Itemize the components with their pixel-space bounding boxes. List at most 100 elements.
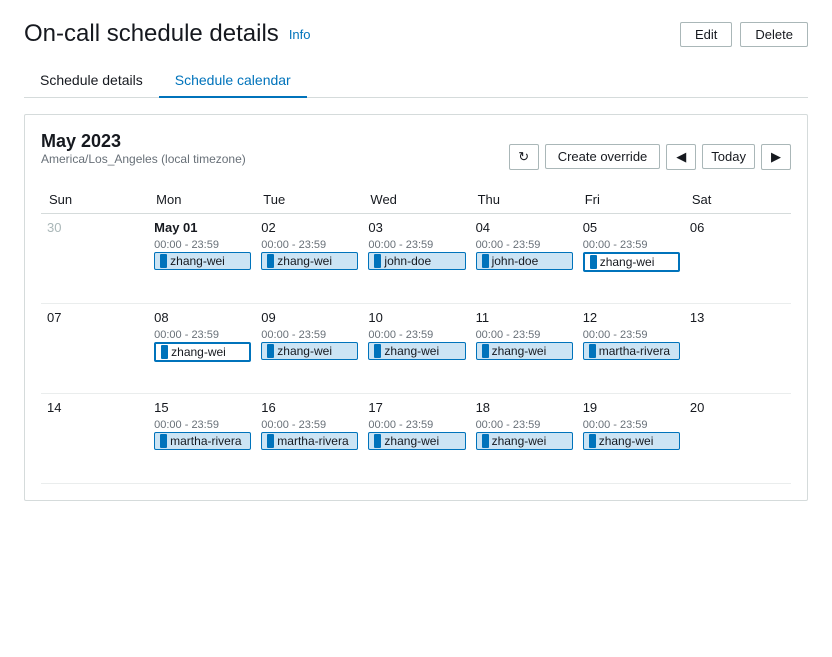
next-icon: ▶ bbox=[771, 149, 781, 165]
event-label: martha-rivera bbox=[277, 434, 348, 448]
event-wrapper: 00:00 - 23:59martha-rivera bbox=[261, 419, 358, 450]
create-override-button[interactable]: Create override bbox=[545, 144, 661, 169]
day-cell: 1900:00 - 23:59zhang-wei bbox=[577, 394, 684, 484]
event-wrapper: 00:00 - 23:59 john-doe bbox=[368, 239, 465, 270]
event-time: 00:00 - 23:59 bbox=[368, 239, 465, 251]
event-bar[interactable]: zhang-wei bbox=[368, 432, 465, 450]
day-number: 03 bbox=[368, 220, 465, 235]
refresh-button[interactable]: ↻ bbox=[509, 144, 539, 170]
event-wrapper: 00:00 - 23:59john-doe bbox=[476, 239, 573, 270]
header-wed: Wed bbox=[362, 186, 469, 214]
event-time: 00:00 - 23:59 bbox=[261, 239, 358, 251]
delete-button[interactable]: Delete bbox=[740, 22, 808, 47]
today-button[interactable]: Today bbox=[702, 144, 755, 169]
event-dot bbox=[482, 434, 489, 448]
day-number: 05 bbox=[583, 220, 680, 235]
day-number: 11 bbox=[476, 310, 573, 325]
event-dot bbox=[374, 344, 381, 358]
event-dot bbox=[374, 434, 381, 448]
event-label: zhang-wei bbox=[170, 254, 225, 268]
event-label: john-doe bbox=[384, 254, 431, 268]
tab-schedule-calendar[interactable]: Schedule calendar bbox=[159, 64, 307, 98]
tab-schedule-details[interactable]: Schedule details bbox=[24, 64, 159, 98]
event-label: zhang-wei bbox=[384, 434, 439, 448]
day-cell: 05 00:00 - 23:59zhang-wei bbox=[577, 214, 684, 304]
header-sat: Sat bbox=[684, 186, 791, 214]
timezone-label: America/Los_Angeles (local timezone) bbox=[41, 152, 246, 166]
week-row-2: 141500:00 - 23:59martha-rivera1600:00 - … bbox=[41, 394, 791, 484]
edit-button[interactable]: Edit bbox=[680, 22, 732, 47]
event-time: 00:00 - 23:59 bbox=[154, 419, 251, 431]
event-dot bbox=[160, 254, 167, 268]
next-button[interactable]: ▶ bbox=[761, 144, 791, 170]
day-cell: 09 00:00 - 23:59zhang-wei bbox=[255, 304, 362, 394]
day-cell: 12 00:00 - 23:59 martha-rivera bbox=[577, 304, 684, 394]
info-link[interactable]: Info bbox=[289, 27, 311, 42]
header-fri: Fri bbox=[577, 186, 684, 214]
day-cell: 13 bbox=[684, 304, 791, 394]
day-cell: 04 00:00 - 23:59john-doe bbox=[470, 214, 577, 304]
day-cell: 1000:00 - 23:59zhang-wei bbox=[362, 304, 469, 394]
event-label: zhang-wei bbox=[492, 434, 547, 448]
event-wrapper: 00:00 - 23:59zhang-wei bbox=[368, 329, 465, 360]
event-time: 00:00 - 23:59 bbox=[583, 329, 680, 341]
day-cell: 16 00:00 - 23:59martha-rivera bbox=[255, 394, 362, 484]
event-wrapper: 00:00 - 23:59zhang-wei bbox=[583, 239, 680, 272]
event-bar[interactable]: zhang-wei bbox=[476, 432, 573, 450]
event-dot bbox=[482, 254, 489, 268]
page-title: On-call schedule details bbox=[24, 20, 279, 48]
calendar-container: May 2023 America/Los_Angeles (local time… bbox=[24, 114, 808, 501]
event-wrapper: 00:00 - 23:59 martha-rivera bbox=[583, 329, 680, 360]
day-number: 04 bbox=[476, 220, 573, 235]
event-wrapper: 00:00 - 23:59zhang-wei bbox=[261, 239, 358, 270]
week-row-1: 07 0800:00 - 23:59zhang-wei 09 00:00 - 23:5… bbox=[41, 304, 791, 394]
event-wrapper: 00:00 - 23:59 zhang-wei bbox=[154, 239, 251, 270]
prev-button[interactable]: ◀ bbox=[666, 144, 696, 170]
event-label: zhang-wei bbox=[599, 434, 654, 448]
event-time: 00:00 - 23:59 bbox=[154, 329, 251, 341]
event-bar[interactable]: zhang-wei bbox=[261, 342, 358, 360]
day-cell: 30 bbox=[41, 214, 148, 304]
event-bar[interactable]: martha-rivera bbox=[154, 432, 251, 450]
event-bar[interactable]: zhang-wei bbox=[154, 342, 251, 362]
day-cell: 03 00:00 - 23:59 john-doe bbox=[362, 214, 469, 304]
header-mon: Mon bbox=[148, 186, 255, 214]
event-bar[interactable]: zhang-wei bbox=[583, 432, 680, 450]
header-left: On-call schedule details Info bbox=[24, 20, 311, 48]
day-number: 07 bbox=[47, 310, 144, 325]
event-dot bbox=[589, 344, 596, 358]
day-number: 12 bbox=[583, 310, 680, 325]
event-bar[interactable]: zhang-wei bbox=[583, 252, 680, 272]
page: On-call schedule details Info Edit Delet… bbox=[0, 0, 832, 657]
event-bar[interactable]: martha-rivera bbox=[261, 432, 358, 450]
event-bar[interactable]: zhang-wei bbox=[476, 342, 573, 360]
event-bar[interactable]: zhang-wei bbox=[261, 252, 358, 270]
event-bar[interactable]: john-doe bbox=[368, 252, 465, 270]
calendar-month-title: May 2023 America/Los_Angeles (local time… bbox=[41, 131, 246, 182]
event-dot bbox=[482, 344, 489, 358]
event-time: 00:00 - 23:59 bbox=[154, 239, 251, 251]
day-cell: 1100:00 - 23:59zhang-wei bbox=[470, 304, 577, 394]
day-number: 16 bbox=[261, 400, 358, 415]
event-time: 00:00 - 23:59 bbox=[476, 419, 573, 431]
event-bar[interactable]: zhang-wei bbox=[154, 252, 251, 270]
event-label: martha-rivera bbox=[599, 344, 670, 358]
event-label: zhang-wei bbox=[492, 344, 547, 358]
event-wrapper: 00:00 - 23:59zhang-wei bbox=[154, 329, 251, 362]
event-bar[interactable]: zhang-wei bbox=[368, 342, 465, 360]
event-dot bbox=[589, 434, 596, 448]
day-number: 18 bbox=[476, 400, 573, 415]
month-label: May 2023 bbox=[41, 131, 246, 152]
day-number: 19 bbox=[583, 400, 680, 415]
day-number: 06 bbox=[690, 220, 787, 235]
event-time: 00:00 - 23:59 bbox=[368, 329, 465, 341]
event-bar[interactable]: martha-rivera bbox=[583, 342, 680, 360]
day-cell: 0800:00 - 23:59zhang-wei bbox=[148, 304, 255, 394]
event-wrapper: 00:00 - 23:59zhang-wei bbox=[261, 329, 358, 360]
day-number: 02 bbox=[261, 220, 358, 235]
event-dot bbox=[267, 344, 274, 358]
event-bar[interactable]: john-doe bbox=[476, 252, 573, 270]
event-label: zhang-wei bbox=[600, 255, 655, 269]
day-number: 09 bbox=[261, 310, 358, 325]
event-label: john-doe bbox=[492, 254, 539, 268]
